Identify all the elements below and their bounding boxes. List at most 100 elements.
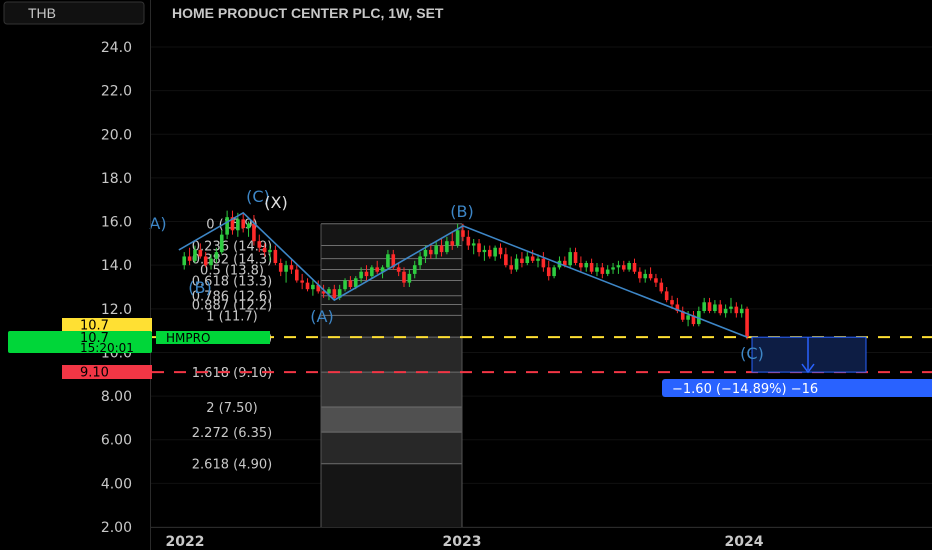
candle-body	[627, 263, 631, 270]
y-tick-label: 12.0	[101, 302, 132, 318]
candle-body	[471, 243, 476, 246]
candle-body	[311, 284, 315, 290]
candle-body	[209, 258, 213, 266]
fib-level-label: 0.5 (13.8)	[200, 264, 264, 279]
candle-body	[219, 234, 224, 253]
y-tick-label: 8.00	[101, 389, 132, 405]
wave-label: (C)	[740, 344, 764, 363]
candle-body	[729, 306, 733, 309]
candle-body	[353, 278, 358, 287]
candle-body	[214, 252, 219, 259]
candle-body	[364, 271, 369, 277]
candle-body	[707, 302, 712, 311]
y-tick-label: 18.0	[101, 171, 132, 187]
candle-body	[289, 265, 294, 270]
candle-body	[482, 249, 487, 253]
x-tick-label: 2022	[166, 534, 205, 550]
candle-body	[359, 271, 363, 279]
candle-body	[616, 265, 621, 268]
y-tick-label: 20.0	[101, 127, 132, 143]
candle-body	[648, 273, 653, 279]
candle-body	[461, 230, 465, 237]
candle-body	[187, 256, 192, 261]
candle-body	[638, 271, 642, 279]
symbol-tag[interactable]: HMPRO	[156, 331, 270, 345]
candle-body	[568, 252, 572, 266]
candle-body	[262, 247, 267, 253]
candle-body	[407, 273, 412, 283]
measure-label[interactable]: −1.60 (−14.89%) −16	[662, 379, 932, 397]
candle-body	[579, 263, 583, 268]
currency-label: THB	[28, 5, 56, 21]
candle-body	[713, 304, 717, 311]
candle-body	[514, 258, 519, 270]
candle-body	[370, 267, 374, 277]
candle-body	[600, 267, 605, 274]
candle-body	[418, 256, 422, 266]
candle-body	[525, 256, 530, 263]
wave-label: A)	[149, 214, 166, 233]
candle-body	[198, 249, 203, 257]
candle-body	[536, 258, 540, 261]
candle-body	[203, 256, 208, 266]
candle-body	[739, 308, 744, 314]
candle-body	[343, 280, 347, 290]
candle-body	[504, 254, 508, 266]
fib-zone-2	[321, 407, 462, 433]
current-price-tag[interactable]: 10.7 15:20:01	[8, 331, 152, 355]
candle-body	[386, 254, 390, 268]
candle-body	[530, 256, 535, 261]
wave-label: (A)	[310, 307, 333, 326]
candle-body	[429, 249, 433, 255]
fib-level-label: 1.618 (9.10)	[192, 366, 272, 381]
candle-body	[402, 271, 406, 283]
candle-body	[734, 306, 739, 314]
candle-body	[300, 280, 304, 283]
candle-body	[509, 265, 514, 270]
candle-body	[595, 267, 599, 272]
candle-body	[423, 249, 428, 257]
y-tick-label: 22.0	[101, 84, 132, 100]
measure-label-text: −1.60 (−14.89%) −16	[672, 382, 818, 397]
red-level-tag[interactable]: 9.10	[62, 365, 152, 381]
candle-body	[589, 263, 594, 272]
candle-body	[632, 263, 637, 272]
candle-body	[193, 249, 197, 261]
candle-body	[252, 223, 256, 242]
candle-body	[659, 282, 664, 292]
candle-body	[584, 263, 589, 268]
candle-body	[745, 308, 749, 338]
candle-body	[439, 245, 444, 253]
candle-body	[541, 258, 546, 268]
wave-label: (B)	[450, 202, 473, 221]
y-tick-label: 14.0	[101, 258, 132, 274]
candle-body	[305, 282, 310, 290]
candle-body	[182, 256, 187, 266]
candle-body	[257, 241, 262, 248]
candle-body	[670, 300, 674, 305]
measure-box	[751, 336, 867, 373]
candle-body	[241, 219, 245, 229]
candle-body	[284, 265, 288, 272]
candle-body	[621, 265, 626, 270]
countdown-text: 15:20:01	[80, 341, 134, 355]
wave-label: (X)	[264, 193, 287, 212]
candle-body	[546, 267, 551, 277]
fib-level-label: 2 (7.50)	[206, 401, 258, 416]
candle-body	[605, 269, 610, 274]
candle-body	[268, 249, 272, 253]
fib-level-label: 1 (11.7)	[206, 309, 258, 324]
candle-body	[686, 315, 690, 320]
red-level-tag-text: 9.10	[80, 366, 109, 381]
candle-body	[348, 280, 353, 287]
price-chart[interactable]: 0 (15.9)0.236 (14.9)0.382 (14.3)0.618 (1…	[0, 0, 932, 550]
currency-box[interactable]	[3, 1, 145, 25]
candle-body	[611, 267, 615, 270]
candle-body	[718, 304, 723, 314]
candle-body	[723, 308, 728, 314]
y-tick-label: 2.00	[101, 520, 132, 536]
candle-body	[643, 273, 648, 279]
candle-body	[493, 247, 497, 257]
measure-tool[interactable]	[751, 336, 867, 374]
candle-body	[278, 263, 283, 272]
